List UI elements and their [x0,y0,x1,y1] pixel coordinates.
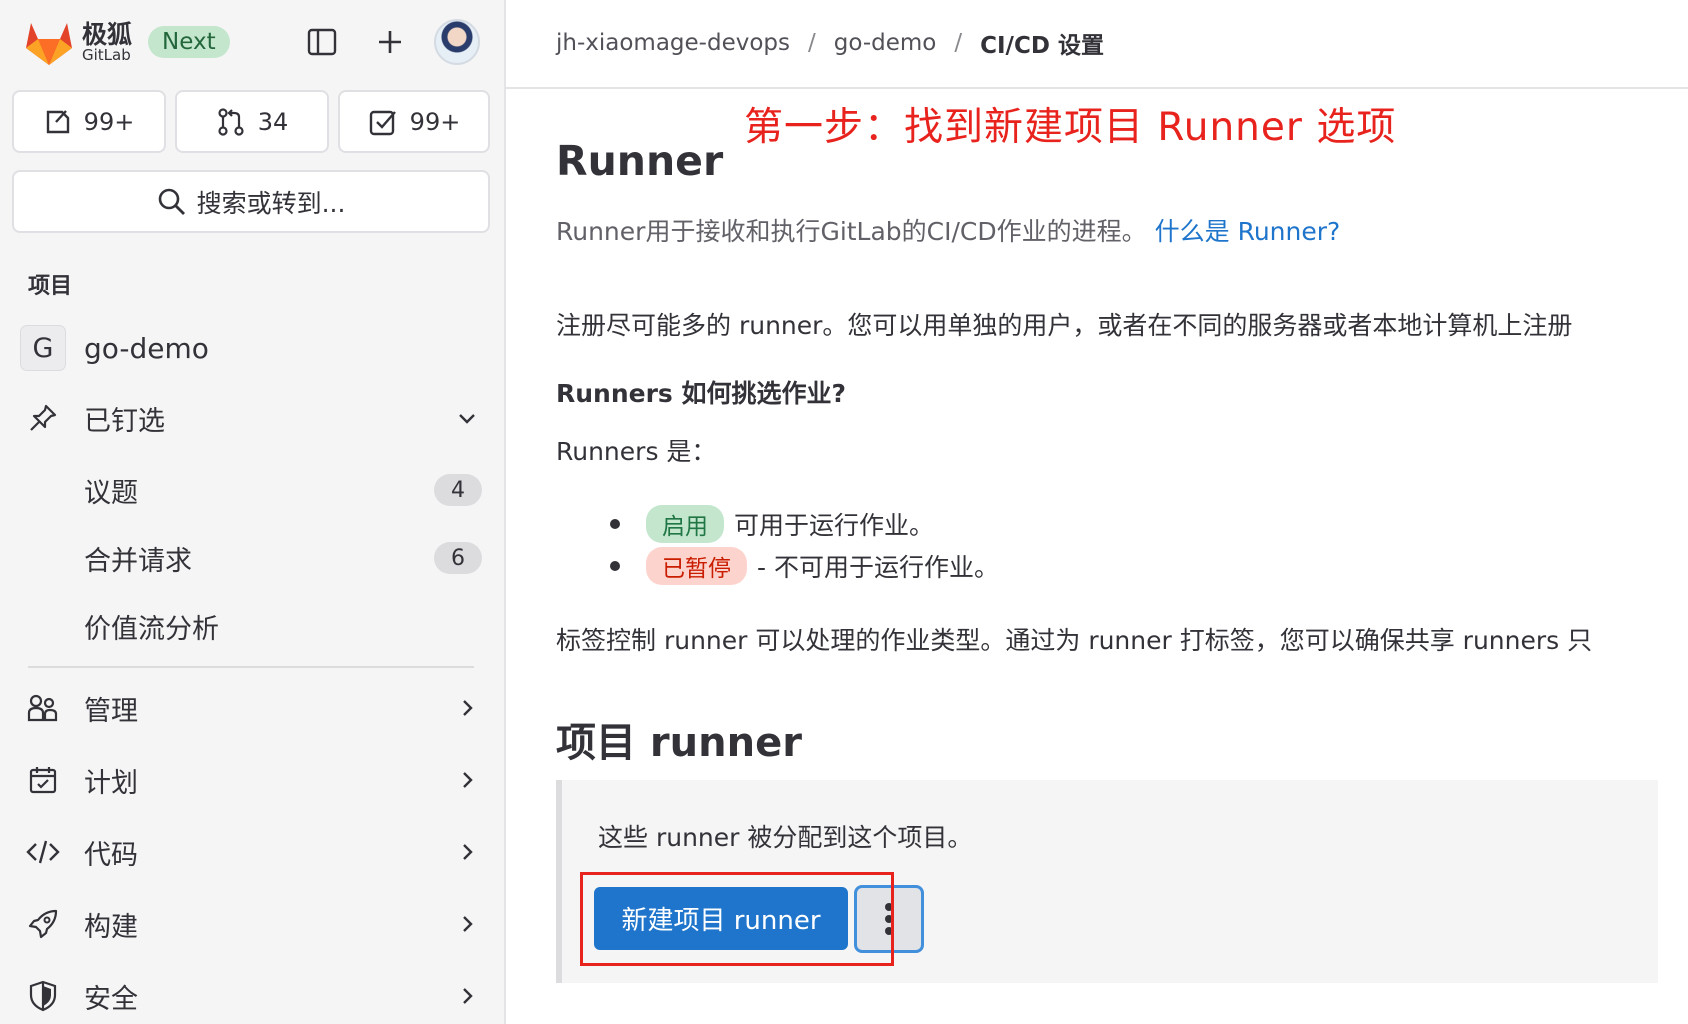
sidebar-item-plan[interactable]: 计划 [0,752,504,808]
bullet-dot [610,519,620,529]
search-button[interactable]: 搜索或转到... [12,170,490,233]
search-icon [158,188,185,215]
todos-counter[interactable]: 99+ [338,90,490,153]
project-name: go-demo [84,331,209,365]
chevron-right-icon [456,769,478,791]
sidebar-item-pinned[interactable]: 已钉选 [0,390,504,446]
paused-status-text: - 不可用于运行作业。 [757,553,999,582]
merge-request-icon [218,107,244,136]
breadcrumb-separator: / [808,30,816,56]
users-icon [26,691,60,725]
register-text: 注册尽可能多的 runner。您可以用单独的用户，或者在不同的服务器或者本地计算… [556,311,1573,340]
breadcrumb-current[interactable]: CI/CD 设置 [980,26,1104,60]
merge-requests-count-badge: 6 [434,542,482,574]
pin-icon [26,401,60,435]
list-item: 启用 可用于运行作业。 [610,505,934,543]
todos-count: 99+ [409,107,461,136]
runners-are-text: Runners 是： [556,437,717,466]
sidebar-item-label: 合并请求 [84,545,192,577]
what-is-runner-link[interactable]: 什么是 Runner? [1155,217,1341,246]
divider [28,666,474,668]
issues-counter[interactable]: 99+ [12,90,166,153]
header-divider [506,87,1688,89]
sidebar-item-label: 议题 [84,477,138,509]
chevron-down-icon [456,407,478,429]
brand-name-cn: 极狐 [82,19,133,49]
section-title: 项目 [28,274,73,299]
chevron-right-icon [456,841,478,863]
merge-requests-counter[interactable]: 34 [175,90,329,153]
issues-icon [46,109,69,133]
description-text: Runner用于接收和执行GitLab的CI/CD作业的进程。 [556,217,1147,246]
breadcrumb-group[interactable]: jh-xiaomage-devops [556,30,790,56]
list-item: 已暂停 - 不可用于运行作业。 [610,547,999,585]
code-icon [26,835,60,869]
chevron-right-icon [456,697,478,719]
project-runners-heading: 项目 runner [556,720,802,766]
sidebar-item-label: 价值流分析 [84,613,219,645]
calendar-icon [26,763,60,797]
brand-logo[interactable]: 极狐 GitLab [22,14,132,70]
bullet-dot [610,561,620,571]
sidebar-item-code[interactable]: 代码 [0,824,504,880]
sidebar-item-issues[interactable]: 议题 4 [0,462,504,518]
active-status-text: 可用于运行作业。 [734,511,935,540]
issues-count-badge: 4 [434,474,482,506]
active-status-badge: 启用 [646,505,724,543]
page-description: Runner用于接收和执行GitLab的CI/CD作业的进程。 什么是 Runne… [556,212,1340,248]
annotation-text: 第一步：找到新建项目 Runner 选项 [744,105,1397,150]
sidebar-item-label: 已钉选 [84,405,165,437]
merge-requests-count: 34 [257,107,289,136]
shield-icon [26,979,60,1013]
breadcrumb-separator: / [954,30,963,56]
chevron-right-icon [456,913,478,935]
project-link[interactable]: G go-demo [20,325,209,371]
next-badge[interactable]: Next [148,26,230,58]
sidebar-item-label: 代码 [84,839,138,871]
sidebar-item-label: 构建 [84,911,138,943]
sidebar-toggle-icon[interactable] [302,22,342,62]
todo-icon [369,110,396,135]
project-avatar: G [20,325,66,371]
avatar[interactable] [434,19,480,65]
sidebar-item-label: 计划 [84,767,138,799]
tags-text: 标签控制 runner 可以处理的作业类型。通过为 runner 打标签，您可以… [556,626,1593,655]
plus-icon[interactable] [370,22,410,62]
card-text: 这些 runner 被分配到这个项目。 [598,823,973,852]
sidebar-item-manage[interactable]: 管理 [0,680,504,736]
page-title: Runner [556,137,724,185]
search-label: 搜索或转到... [196,188,346,218]
fox-logo-icon [26,23,72,65]
sidebar-item-security[interactable]: 安全 [0,968,504,1024]
sidebar: 极狐 GitLab Next 99+ 34 99+ 搜索或转到... 项目 G … [0,0,506,1024]
chevron-right-icon [456,985,478,1007]
sidebar-item-label: 管理 [84,695,138,727]
pick-jobs-heading: Runners 如何挑选作业? [556,379,847,408]
breadcrumb: jh-xiaomage-devops / go-demo / CI/CD 设置 [556,26,1104,60]
paused-status-badge: 已暂停 [646,547,747,585]
highlight-box [580,872,894,966]
sidebar-item-build[interactable]: 构建 [0,896,504,952]
rocket-icon [26,907,60,941]
sidebar-item-merge-requests[interactable]: 合并请求 6 [0,530,504,586]
sidebar-item-label: 安全 [84,983,138,1015]
issues-count: 99+ [83,107,135,136]
brand-name-en: GitLab [82,45,131,64]
breadcrumb-project[interactable]: go-demo [834,30,937,56]
sidebar-item-value-stream[interactable]: 价值流分析 [0,598,504,654]
